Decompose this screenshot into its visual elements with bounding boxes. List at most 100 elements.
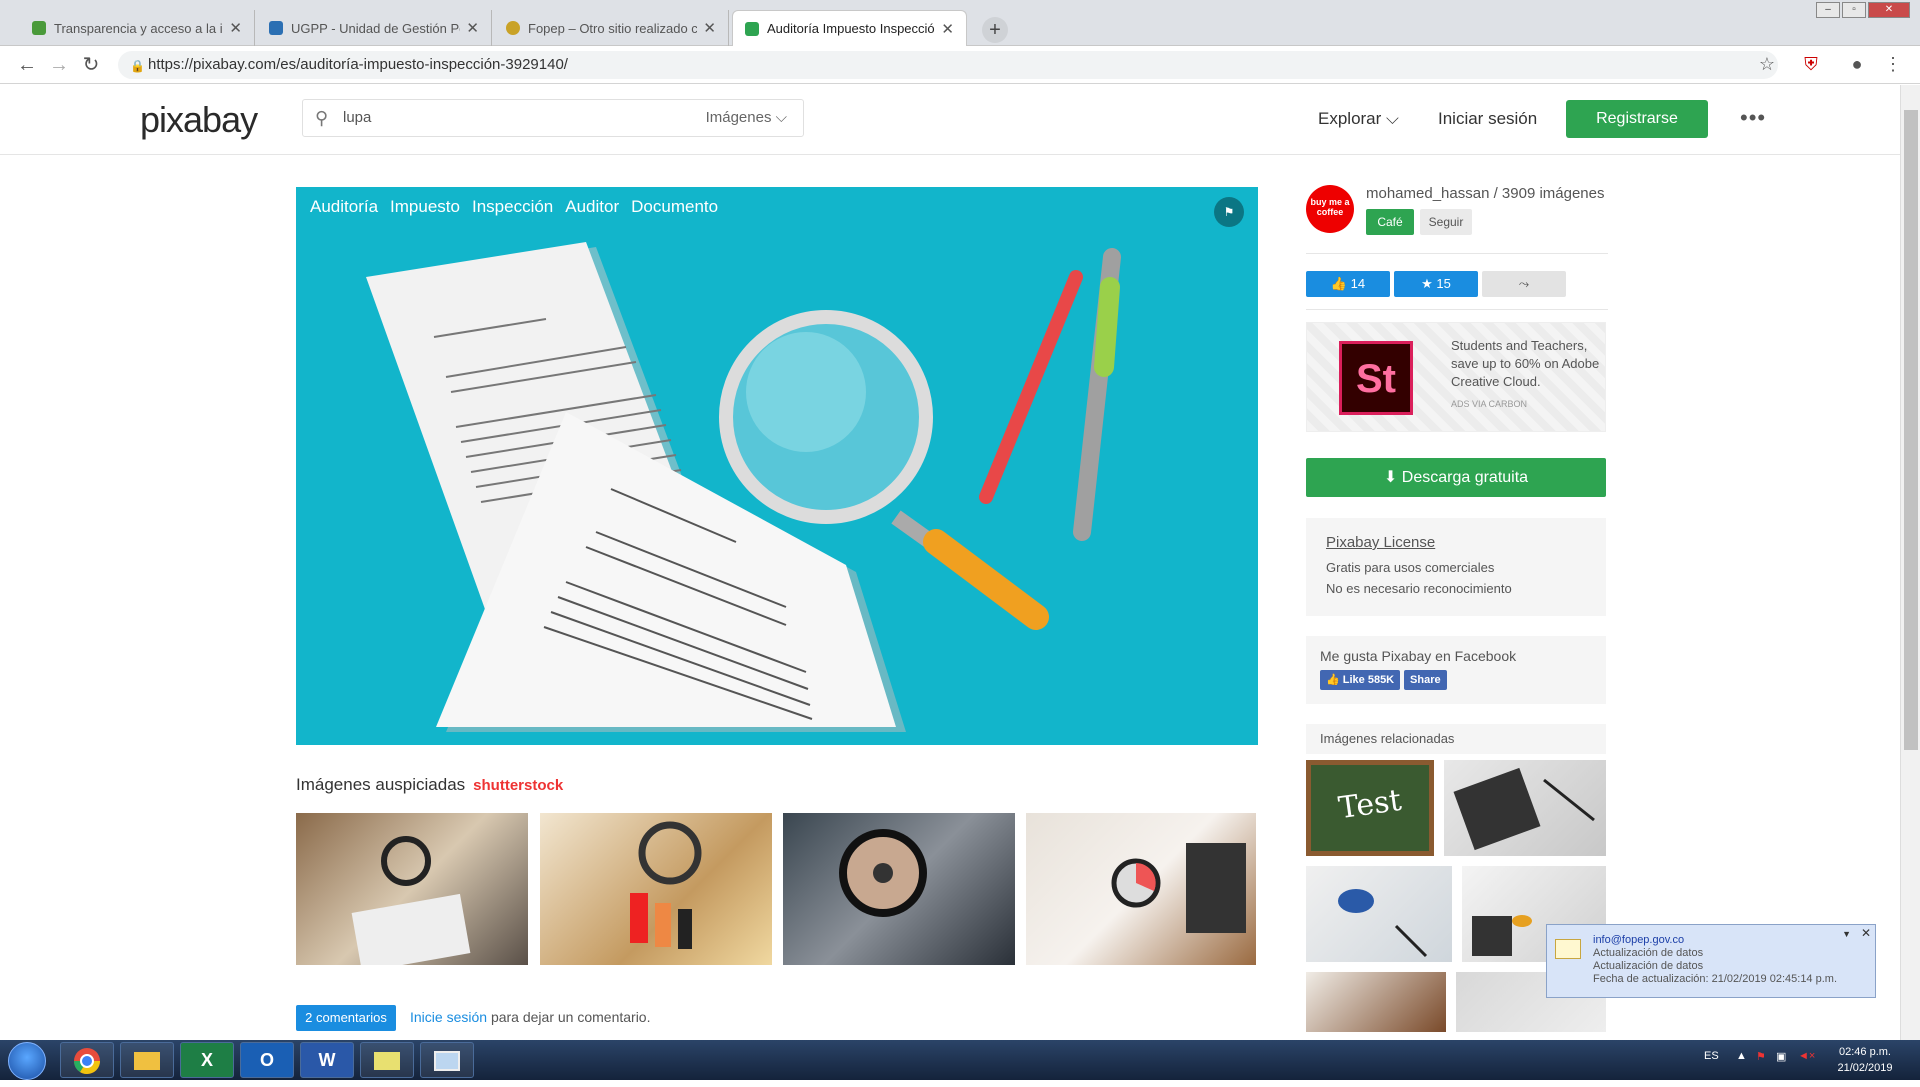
related-image[interactable]	[1306, 866, 1452, 962]
menu-icon[interactable]: ⋮	[1882, 54, 1904, 75]
close-window-button[interactable]: ✕	[1868, 2, 1910, 18]
close-tab-icon[interactable]: ✕	[941, 20, 954, 38]
free-download-button[interactable]: ⬇ Descarga gratuita	[1306, 458, 1606, 497]
lock-icon: 🔒	[130, 59, 145, 73]
reload-icon[interactable]: ↻	[78, 52, 104, 78]
follow-button[interactable]: Seguir	[1420, 209, 1472, 235]
flag-icon[interactable]: ⚑	[1214, 197, 1244, 227]
related-image[interactable]	[1444, 760, 1606, 856]
tab-ugpp[interactable]: UGPP - Unidad de Gestión Pensi ✕	[257, 10, 492, 46]
tab-favicon	[32, 21, 46, 35]
word-taskbar-icon[interactable]: W	[300, 1042, 354, 1078]
author-name[interactable]: mohamed_hassan / 3909 imágenes	[1366, 185, 1605, 202]
new-tab-button[interactable]: +	[982, 17, 1008, 43]
author-avatar[interactable]: buy me a coffee	[1306, 185, 1354, 233]
tag-auditor[interactable]: Auditor	[565, 197, 619, 217]
shutterstock-logo[interactable]: shutterstock	[473, 777, 563, 794]
system-clock[interactable]: 02:46 p.m. 21/02/2019	[1830, 1044, 1900, 1076]
close-icon[interactable]: ✕	[1861, 927, 1871, 940]
login-link[interactable]: Iniciar sesión	[1438, 109, 1537, 129]
explore-menu[interactable]: Explorar ⌵	[1318, 109, 1399, 129]
more-options-icon[interactable]: •••	[1740, 105, 1766, 131]
share-button[interactable]: ⤳	[1482, 271, 1566, 297]
show-hidden-icons[interactable]: ▲	[1736, 1050, 1747, 1062]
main-image[interactable]: Auditoría Impuesto Inspección Auditor Do…	[296, 187, 1258, 745]
share-icon: ⤳	[1518, 276, 1530, 291]
sticky-note-icon	[374, 1052, 400, 1070]
favorite-count: 15	[1436, 276, 1451, 291]
related-heading: Imágenes relacionadas	[1306, 724, 1606, 754]
close-tab-icon[interactable]: ✕	[703, 19, 716, 37]
facebook-like-label: Like 585K	[1342, 674, 1395, 686]
folder-icon	[134, 1052, 160, 1070]
pixabay-logo[interactable]: pixabay	[140, 99, 258, 141]
register-button[interactable]: Registrarse	[1566, 100, 1708, 138]
close-tab-icon[interactable]: ✕	[466, 19, 479, 37]
download-label: Descarga gratuita	[1401, 469, 1529, 486]
tag-auditoria[interactable]: Auditoría	[310, 197, 378, 217]
email-notification[interactable]: ▼ ✕ info@fopep.gov.co Actualización de d…	[1546, 924, 1876, 998]
language-indicator[interactable]: ES	[1704, 1050, 1719, 1062]
maximize-button[interactable]: ▫	[1842, 2, 1866, 18]
ad-via[interactable]: ADS VIA CARBON	[1451, 399, 1527, 409]
back-icon[interactable]: ←	[14, 52, 40, 78]
facebook-like-button[interactable]: 👍 Like 585K	[1320, 670, 1401, 690]
license-link[interactable]: Pixabay License	[1326, 532, 1586, 553]
chalkboard-text: Test	[1336, 782, 1404, 827]
carbon-ad[interactable]: St Students and Teachers, save up to 60%…	[1306, 322, 1606, 432]
calculator-chart-photo	[1111, 843, 1246, 933]
related-image[interactable]	[1306, 972, 1446, 1032]
comments-count-button[interactable]: 2 comentarios	[296, 1005, 396, 1031]
notification-preview: Actualización de datos	[1593, 960, 1704, 972]
excel-taskbar-icon[interactable]: X	[180, 1042, 234, 1078]
tab-fopep[interactable]: Fopep – Otro sitio realizado con ✕	[494, 10, 729, 46]
outlook-taskbar-icon[interactable]: O	[240, 1042, 294, 1078]
facebook-share-button[interactable]: Share	[1404, 670, 1447, 690]
sponsored-image[interactable]	[296, 813, 528, 965]
notification-options-icon[interactable]: ▼	[1842, 928, 1851, 941]
envelope-icon	[1555, 939, 1581, 959]
app-taskbar-icon[interactable]	[420, 1042, 474, 1078]
sponsored-image[interactable]	[1026, 813, 1256, 965]
facebook-text: Me gusta Pixabay en Facebook	[1320, 648, 1517, 664]
favorite-button[interactable]: ★ 15	[1394, 271, 1478, 297]
page-scrollbar[interactable]	[1900, 85, 1920, 1040]
tab-favicon	[269, 21, 283, 35]
related-image[interactable]: Test	[1306, 760, 1434, 856]
flag-tray-icon[interactable]: ⚑	[1756, 1050, 1766, 1063]
chrome-icon	[73, 1048, 101, 1075]
sponsored-image[interactable]	[783, 813, 1015, 965]
sponsored-title: Imágenes auspiciadas	[296, 775, 466, 794]
forward-icon[interactable]: →	[46, 52, 72, 78]
bookmark-star-icon[interactable]: ☆	[1756, 54, 1778, 75]
chrome-taskbar-icon[interactable]	[60, 1042, 114, 1078]
like-button[interactable]: 👍 14	[1306, 271, 1390, 297]
sponsored-image[interactable]	[540, 813, 772, 965]
close-tab-icon[interactable]: ✕	[229, 19, 242, 37]
man-magnifier-photo	[839, 829, 927, 917]
address-bar[interactable]: 🔒 https://pixabay.com/es/auditoría-impue…	[118, 51, 1778, 79]
search-input[interactable]: lupa	[343, 100, 371, 136]
search-type-select[interactable]: Imágenes ⌵	[706, 100, 787, 136]
scrollbar-thumb[interactable]	[1904, 110, 1918, 750]
tag-documento[interactable]: Documento	[631, 197, 718, 217]
adobe-stock-logo: St	[1339, 341, 1413, 415]
explorer-taskbar-icon[interactable]	[120, 1042, 174, 1078]
tab-transparencia[interactable]: Transparencia y acceso a la infor ✕	[20, 10, 255, 46]
start-button[interactable]	[8, 1042, 46, 1080]
cafe-button[interactable]: Café	[1366, 209, 1414, 235]
tag-inspeccion[interactable]: Inspección	[472, 197, 553, 217]
extension-icon[interactable]: ⛨	[1800, 54, 1822, 75]
notes-taskbar-icon[interactable]	[360, 1042, 414, 1078]
profile-icon[interactable]: ●	[1846, 54, 1868, 75]
minimize-button[interactable]: –	[1816, 2, 1840, 18]
tag-impuesto[interactable]: Impuesto	[390, 197, 460, 217]
license-line: Gratis para usos comerciales	[1326, 560, 1495, 575]
volume-icon[interactable]: ◄×	[1798, 1050, 1815, 1062]
search-box[interactable]: ⚲ lupa Imágenes ⌵	[302, 99, 804, 137]
tab-pixabay[interactable]: Auditoría Impuesto Inspección - ✕	[732, 10, 967, 46]
network-icon[interactable]: ▣	[1776, 1050, 1786, 1063]
ad-text[interactable]: Students and Teachers, save up to 60% on…	[1451, 337, 1601, 391]
comment-login-link[interactable]: Inicie sesión	[410, 1009, 487, 1025]
tab-title: Auditoría Impuesto Inspección -	[767, 21, 936, 36]
